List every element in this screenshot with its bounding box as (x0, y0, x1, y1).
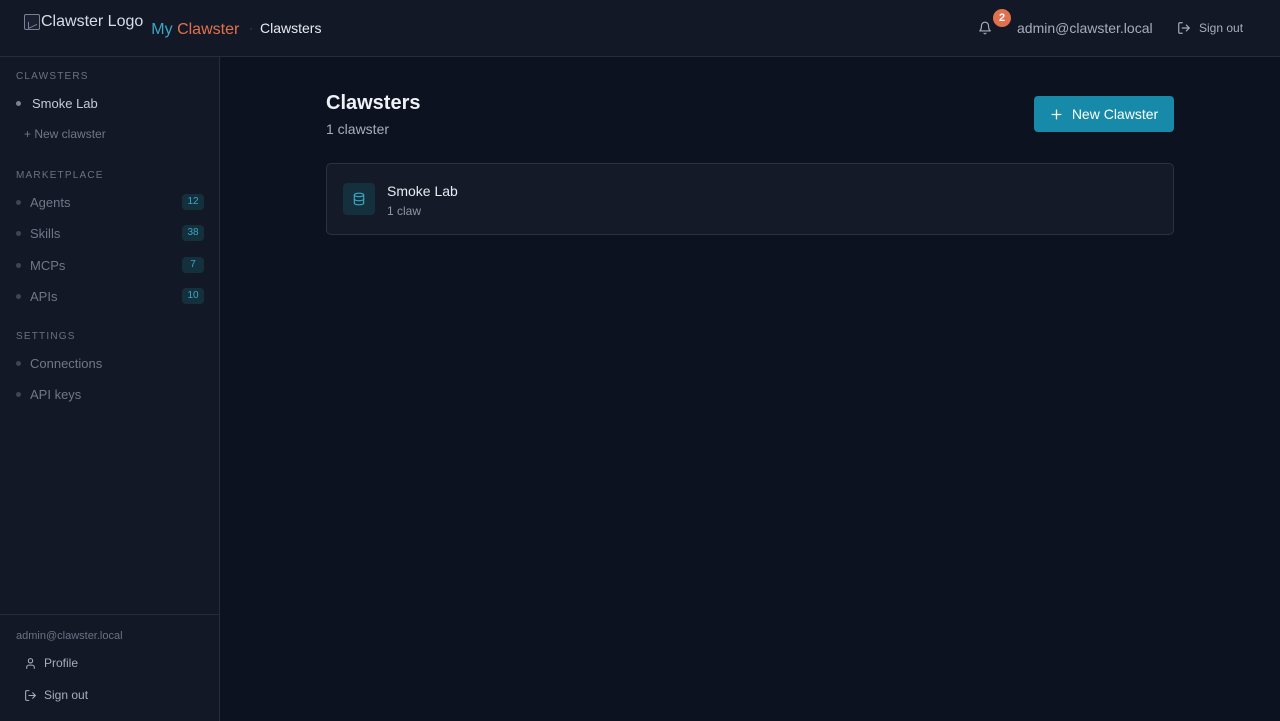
notifications-button[interactable] (978, 21, 994, 37)
logo-alt-text: Clawster Logo (41, 13, 144, 30)
dot-icon (16, 293, 21, 299)
breadcrumb-current: Clawsters (260, 20, 322, 36)
brand-wordmark: Clawster (177, 21, 240, 38)
sidebar-item-skills[interactable]: Skills 38 (16, 220, 204, 246)
profile-label: Profile (44, 656, 79, 670)
sign-out-label: Sign out (44, 688, 89, 702)
new-clawster-button-label: New Clawster (1071, 106, 1159, 122)
section-heading-clawsters: CLAWSTERS (16, 71, 89, 82)
count-badge: 12 (182, 194, 204, 210)
sidebar-item-label: MCPs (30, 257, 66, 273)
breadcrumb-separator: · (249, 21, 253, 35)
status-dot-icon (16, 100, 21, 106)
card-title: Smoke Lab (387, 183, 458, 199)
bell-icon (979, 21, 991, 35)
footer-user-email: admin@clawster.local (16, 630, 123, 642)
new-clawster-link[interactable]: + New clawster (24, 127, 106, 141)
sign-out-button[interactable]: Sign out (1177, 19, 1243, 37)
dot-icon (16, 262, 21, 268)
dot-icon (16, 391, 21, 397)
brand[interactable]: Clawster Logo My Clawster (24, 12, 239, 38)
sidebar-footer: admin@clawster.local Profile Sign out (0, 614, 219, 721)
notification-badge[interactable]: 2 (993, 9, 1011, 27)
section-heading-settings: SETTINGS (16, 331, 76, 342)
sidebar-item-label: APIs (30, 288, 58, 304)
page-subtitle: 1 clawster (326, 121, 390, 137)
sidebar-item-label: Connections (30, 355, 103, 371)
sidebar: CLAWSTERS Smoke Lab + New clawster MARKE… (0, 57, 220, 721)
dot-icon (16, 230, 21, 236)
broken-image-icon (24, 14, 40, 30)
plus-icon (1051, 109, 1062, 119)
page-title: Clawsters (326, 92, 421, 114)
sidebar-item-label: API keys (30, 386, 82, 402)
main-content: Clawsters 1 clawster New Clawster Smoke … (220, 57, 1280, 721)
top-bar: Clawster Logo My Clawster · Clawsters 2 … (0, 0, 1280, 57)
sidebar-item-agents[interactable]: Agents 12 (16, 189, 204, 215)
dot-icon (16, 199, 21, 205)
clawster-card[interactable]: Smoke Lab 1 claw (326, 163, 1174, 235)
sidebar-sign-out-link[interactable]: Sign out (24, 688, 88, 702)
sidebar-item-label: Skills (30, 225, 61, 241)
user-email[interactable]: admin@clawster.local (1017, 20, 1153, 36)
sidebar-item-label: Agents (30, 194, 71, 210)
sidebar-item-label: Smoke Lab (32, 95, 98, 111)
sign-out-label: Sign out (1199, 21, 1244, 35)
sidebar-item-api-keys[interactable]: API keys (16, 381, 204, 407)
count-badge: 7 (182, 257, 204, 273)
logo-image: Clawster Logo (24, 12, 143, 32)
card-subtitle: 1 claw (387, 204, 422, 218)
profile-link[interactable]: Profile (24, 656, 78, 670)
new-clawster-button[interactable]: New Clawster (1034, 96, 1174, 132)
database-icon (353, 192, 365, 206)
count-badge: 38 (182, 225, 204, 241)
section-heading-marketplace: MARKETPLACE (16, 170, 104, 181)
count-badge: 10 (182, 288, 204, 304)
log-out-icon (1178, 22, 1190, 34)
sidebar-item-apis[interactable]: APIs 10 (16, 283, 204, 309)
sidebar-item-connections[interactable]: Connections (16, 350, 204, 376)
card-icon-tile (343, 183, 375, 215)
user-icon (26, 657, 35, 669)
brand-name: My Clawster (151, 21, 239, 39)
log-out-icon (25, 689, 36, 701)
brand-prefix: My (151, 21, 173, 38)
dot-icon (16, 360, 21, 366)
sidebar-item-mcps[interactable]: MCPs 7 (16, 252, 204, 278)
sidebar-item-smoke-lab[interactable]: Smoke Lab (16, 90, 204, 116)
